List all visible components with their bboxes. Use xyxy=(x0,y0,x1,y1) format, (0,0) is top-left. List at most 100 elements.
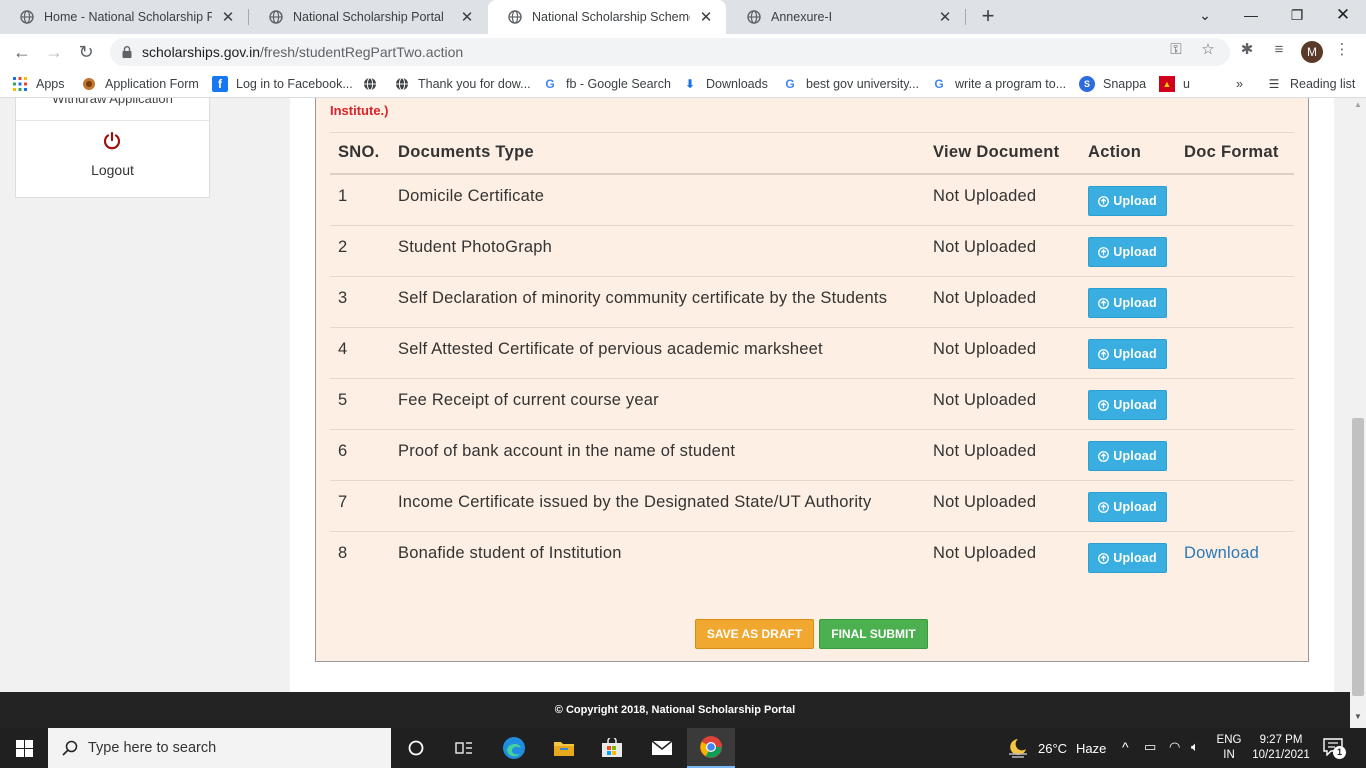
globe-icon xyxy=(394,76,410,92)
restore-button[interactable]: ❐ xyxy=(1274,0,1320,30)
close-icon[interactable]: ✕ xyxy=(459,8,475,26)
cell-action: Upload xyxy=(1080,429,1176,481)
wifi-icon[interactable]: ◠ xyxy=(1169,739,1180,755)
bookmarks-bar: Apps Application Form f Log in to Facebo… xyxy=(0,70,1366,98)
close-icon[interactable]: ✕ xyxy=(698,8,714,26)
final-submit-button[interactable]: FINAL SUBMIT xyxy=(819,619,928,649)
bookmark-snappa[interactable]: S Snappa xyxy=(1079,75,1146,93)
taskbar-search-box[interactable]: Type here to search xyxy=(48,728,391,768)
tab-annexure-i[interactable]: Annexure-I ✕ xyxy=(727,0,965,34)
table-row: 6 Proof of bank account in the name of st… xyxy=(330,429,1294,481)
bookmark-apps[interactable]: Apps xyxy=(12,75,65,93)
close-icon[interactable]: ✕ xyxy=(937,8,953,26)
star-icon[interactable]: ☆ xyxy=(1199,40,1217,58)
chevron-up-icon[interactable]: ^ xyxy=(1122,739,1129,755)
logout-link[interactable]: Logout xyxy=(16,162,209,178)
bookmark-best-gov-university[interactable]: G best gov university... xyxy=(782,75,919,93)
key-icon[interactable]: ⚿ xyxy=(1167,40,1185,58)
bookmark-globe[interactable] xyxy=(362,75,386,93)
region-code: IN xyxy=(1223,749,1235,761)
facebook-icon: f xyxy=(212,76,228,92)
weather-moon-haze-icon[interactable] xyxy=(1006,737,1030,759)
save-as-draft-button[interactable]: SAVE AS DRAFT xyxy=(695,619,814,649)
reading-list-button[interactable]: ☰ Reading list xyxy=(1266,75,1356,93)
media-control-icon[interactable]: ≡ xyxy=(1270,40,1288,58)
notification-center-button[interactable]: 1 xyxy=(1323,738,1346,759)
upload-button[interactable]: Upload xyxy=(1088,237,1167,267)
sidebar-item-withdraw-application[interactable]: Withdraw Application xyxy=(16,98,209,121)
close-icon[interactable]: ✕ xyxy=(220,8,236,26)
address-bar[interactable]: scholarships.gov.in/fresh/studentRegPart… xyxy=(110,38,1230,66)
close-window-button[interactable]: ✕ xyxy=(1320,0,1366,30)
cell-doc-format xyxy=(1176,225,1294,277)
extensions-icon[interactable]: ✱ xyxy=(1238,40,1256,58)
cell-document-type: Fee Receipt of current course year xyxy=(390,378,925,430)
download-icon: ⬇ xyxy=(684,77,696,91)
cell-doc-format xyxy=(1176,480,1294,532)
download-link[interactable]: Download xyxy=(1184,544,1259,562)
menu-dots-icon[interactable]: ⋮ xyxy=(1333,40,1351,58)
scroll-up-arrow-icon[interactable]: ▲ xyxy=(1353,100,1363,110)
cell-view-document: Not Uploaded xyxy=(925,480,1080,532)
battery-icon[interactable]: ▭ xyxy=(1144,739,1156,755)
weather-temperature[interactable]: 26°C xyxy=(1038,741,1067,756)
chrome-app[interactable] xyxy=(687,728,735,768)
tab-national-scholarship-portal[interactable]: National Scholarship Portal ✕ xyxy=(249,0,487,34)
bookmark-downloads[interactable]: ⬇ Downloads xyxy=(682,75,768,93)
weather-description[interactable]: Haze xyxy=(1076,741,1106,756)
table-row: 7 Income Certificate issued by the Design… xyxy=(330,480,1294,532)
bookmark-label: u xyxy=(1183,77,1190,91)
profile-avatar[interactable]: M xyxy=(1301,41,1323,63)
cell-action: Upload xyxy=(1080,378,1176,430)
tab-separator xyxy=(965,9,966,25)
cell-doc-format xyxy=(1176,429,1294,481)
bookmark-write-a-program[interactable]: G write a program to... xyxy=(931,75,1066,93)
bookmark-facebook[interactable]: f Log in to Facebook... xyxy=(212,75,353,93)
file-explorer-app[interactable] xyxy=(540,728,588,768)
google-icon: G xyxy=(934,77,944,91)
reload-icon[interactable]: ↻ xyxy=(74,40,98,64)
upload-button[interactable]: Upload xyxy=(1088,492,1167,522)
mail-app[interactable] xyxy=(638,728,686,768)
bookmark-application-form[interactable]: Application Form xyxy=(81,75,199,93)
upload-button[interactable]: Upload xyxy=(1088,441,1167,471)
bookmark-fb-google-search[interactable]: G fb - Google Search xyxy=(542,75,671,93)
tab-home-national-scholarship[interactable]: Home - National Scholarship Por ✕ xyxy=(0,0,248,34)
upload-button[interactable]: Upload xyxy=(1088,543,1167,573)
new-tab-button[interactable]: + xyxy=(978,5,998,29)
microsoft-store-app[interactable] xyxy=(588,728,636,768)
notice-text: Institute.) xyxy=(330,103,389,118)
cell-doc-format xyxy=(1176,276,1294,328)
tab-national-scholarship-scheme[interactable]: National Scholarship Scheme ✕ xyxy=(488,0,726,34)
upload-button[interactable]: Upload xyxy=(1088,390,1167,420)
scroll-thumb[interactable] xyxy=(1352,418,1364,696)
forward-arrow-icon[interactable]: → xyxy=(42,40,66,64)
clock[interactable]: 9:27 PM 10/21/2021 xyxy=(1248,733,1314,763)
upload-label: Upload xyxy=(1113,398,1157,412)
upload-button[interactable]: Upload xyxy=(1088,339,1167,369)
tab-search-icon[interactable]: ⌄ xyxy=(1182,0,1228,30)
scroll-down-arrow-icon[interactable]: ▼ xyxy=(1353,712,1363,722)
upload-arrow-icon xyxy=(1098,195,1110,207)
header-view-document: View Document xyxy=(925,133,1080,175)
power-icon[interactable] xyxy=(102,131,122,151)
bookmark-label: write a program to... xyxy=(955,77,1067,91)
minimize-button[interactable]: — xyxy=(1228,0,1274,30)
cell-sno: 5 xyxy=(330,378,390,430)
upload-button[interactable]: Upload xyxy=(1088,186,1167,216)
cell-document-type: Bonafide student of Institution xyxy=(398,544,622,562)
task-view-button[interactable] xyxy=(440,728,488,768)
start-button[interactable] xyxy=(0,728,48,768)
speaker-icon[interactable]: 🔈︎ xyxy=(1191,739,1199,755)
back-arrow-icon[interactable]: ← xyxy=(10,40,34,64)
cortana-button[interactable] xyxy=(392,728,440,768)
cell-sno: 8 xyxy=(338,544,348,562)
language-indicator[interactable]: ENG IN xyxy=(1214,733,1244,763)
cell-view-document: Not Uploaded xyxy=(925,225,1080,277)
bookmark-u[interactable]: ▲ u xyxy=(1159,75,1190,93)
bookmarks-overflow-button[interactable]: » xyxy=(1236,75,1243,93)
upload-button[interactable]: Upload xyxy=(1088,288,1167,318)
page-scrollbar[interactable]: ▲ ▼ xyxy=(1350,98,1366,728)
bookmark-thank-you[interactable]: Thank you for dow... xyxy=(394,75,531,93)
edge-app[interactable] xyxy=(490,728,538,768)
